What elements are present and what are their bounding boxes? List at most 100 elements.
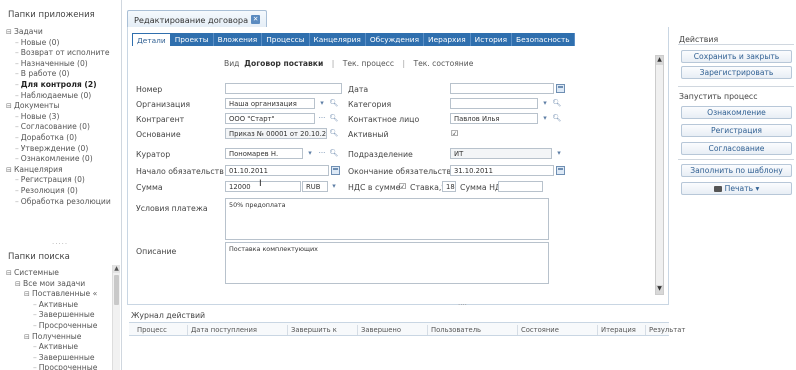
scroll-down-arrow-icon[interactable]: ▼ bbox=[656, 285, 663, 294]
subtab[interactable]: Процессы bbox=[262, 33, 310, 46]
active-checkbox[interactable]: ☑ bbox=[451, 130, 459, 138]
view-current-state-link[interactable]: Тек. состояние bbox=[413, 59, 473, 68]
view-current[interactable]: Договор поставки bbox=[244, 59, 323, 68]
subtab[interactable]: Иерархия bbox=[424, 33, 471, 46]
form-scrollbar[interactable]: ▲ ▼ bbox=[655, 55, 664, 295]
save-and-close-button[interactable]: Сохранить и закрыть bbox=[681, 50, 792, 63]
tree-item[interactable]: – Завершенные bbox=[6, 353, 120, 364]
chevron-down-icon[interactable]: ▾ bbox=[317, 98, 327, 109]
tree-item[interactable]: – Для контроля (2) bbox=[6, 80, 120, 91]
journal-column-header[interactable]: Завершено bbox=[361, 326, 401, 334]
scroll-thumb[interactable] bbox=[114, 275, 119, 305]
tree-item[interactable]: – Завершенные bbox=[6, 310, 120, 321]
tree-item[interactable]: ⊟ Поставленные « bbox=[6, 289, 120, 300]
basis-field[interactable]: Приказ № 00001 от 20.10.20 bbox=[225, 128, 327, 139]
subtab[interactable]: История bbox=[471, 33, 513, 46]
tree-item[interactable]: – Новые (0) bbox=[6, 38, 120, 49]
register-button[interactable]: Зарегистрировать bbox=[681, 66, 792, 79]
column-separator[interactable] bbox=[597, 325, 598, 335]
sum-field[interactable]: 12000 bbox=[225, 181, 301, 192]
tab-edit-contract[interactable]: Редактирование договора ✕ bbox=[127, 10, 268, 28]
journal-column-header[interactable]: Пользователь bbox=[431, 326, 481, 334]
expand-toggle-icon[interactable]: ⊟ bbox=[24, 289, 32, 300]
tree-item[interactable]: – Назначенные (0) bbox=[6, 59, 120, 70]
tree-item[interactable]: – Возврат от исполните bbox=[6, 48, 120, 59]
organization-field[interactable]: Наша организация bbox=[225, 98, 315, 109]
search-icon[interactable]: 🔍︎ bbox=[329, 98, 339, 109]
vat-in-sum-checkbox[interactable]: ☑ bbox=[399, 183, 407, 191]
date-field[interactable] bbox=[450, 83, 554, 94]
journal-column-header[interactable]: Итерация bbox=[601, 326, 636, 334]
tree-item[interactable]: – Просроченные bbox=[6, 321, 120, 332]
column-separator[interactable] bbox=[187, 325, 188, 335]
expand-toggle-icon[interactable]: ⊟ bbox=[6, 268, 14, 279]
contractor-field[interactable]: ООО "Старт" bbox=[225, 113, 315, 124]
tree-item[interactable]: ⊟ Документы bbox=[6, 101, 120, 112]
chevron-down-icon[interactable]: ▾ bbox=[329, 181, 339, 192]
curator-field[interactable]: Пономарев Н. bbox=[225, 148, 303, 159]
column-separator[interactable] bbox=[517, 325, 518, 335]
subtab[interactable]: Безопасность bbox=[512, 33, 575, 46]
tree-item[interactable]: – Активные bbox=[6, 342, 120, 353]
tree-item[interactable]: – Просроченные bbox=[6, 363, 120, 370]
subtab[interactable]: Проекты bbox=[171, 33, 214, 46]
expand-toggle-icon[interactable]: ⊟ bbox=[6, 27, 14, 38]
tree-item[interactable]: – В работе (0) bbox=[6, 69, 120, 80]
payment-terms-textarea[interactable]: 50% предоплата bbox=[225, 198, 549, 240]
search-icon[interactable]: 🔍︎ bbox=[329, 128, 339, 139]
subtab[interactable]: Канцелярия bbox=[310, 33, 366, 46]
subtab[interactable]: Вложения bbox=[214, 33, 263, 46]
description-textarea[interactable]: Поставка комплектующих bbox=[225, 242, 549, 284]
tree-item[interactable]: ⊟ Задачи bbox=[6, 27, 120, 38]
tree-item[interactable]: – Обработка резолюции bbox=[6, 197, 120, 208]
process-acquaintance-button[interactable]: Ознакомление bbox=[681, 106, 792, 119]
calendar-icon[interactable] bbox=[331, 166, 340, 175]
department-field[interactable]: ИТ bbox=[450, 148, 552, 159]
journal-resize-grip[interactable]: ···· bbox=[458, 301, 467, 309]
calendar-icon[interactable] bbox=[556, 166, 565, 175]
contact-person-field[interactable]: Павлов Илья bbox=[450, 113, 538, 124]
search-icon[interactable]: 🔍︎ bbox=[552, 98, 562, 109]
obligations-end-field[interactable]: 31.10.2011 bbox=[450, 165, 554, 176]
tree-item[interactable]: – Ознакомление (0) bbox=[6, 154, 120, 165]
tree-item[interactable]: – Активные bbox=[6, 300, 120, 311]
view-current-process-link[interactable]: Тек. процесс bbox=[343, 59, 394, 68]
tree-item[interactable]: – Согласование (0) bbox=[6, 122, 120, 133]
expand-toggle-icon[interactable]: ⊟ bbox=[15, 279, 23, 290]
scroll-up-arrow-icon[interactable]: ▲ bbox=[656, 56, 663, 65]
chevron-down-icon[interactable]: ▾ bbox=[540, 113, 550, 124]
category-field[interactable] bbox=[450, 98, 538, 109]
tree-item[interactable]: ⊟ Канцелярия bbox=[6, 165, 120, 176]
tree-item[interactable]: ⊟ Все мои задачи bbox=[6, 279, 120, 290]
column-separator[interactable] bbox=[427, 325, 428, 335]
obligations-start-field[interactable]: 01.10.2011 bbox=[225, 165, 329, 176]
expand-toggle-icon[interactable]: ⊟ bbox=[24, 332, 32, 343]
expand-toggle-icon[interactable]: ⊟ bbox=[6, 101, 14, 112]
search-tree-scrollbar[interactable]: ▲ bbox=[112, 265, 120, 370]
search-icon[interactable]: 🔍︎ bbox=[329, 113, 339, 124]
journal-column-header[interactable]: Состояние bbox=[521, 326, 559, 334]
tree-item[interactable]: – Новые (3) bbox=[6, 112, 120, 123]
journal-column-header[interactable]: Завершить к bbox=[291, 326, 337, 334]
ellipsis-icon[interactable]: ··· bbox=[317, 113, 327, 124]
column-separator[interactable] bbox=[287, 325, 288, 335]
subtab[interactable]: Детали bbox=[132, 33, 171, 46]
currency-select[interactable]: RUB bbox=[302, 181, 328, 192]
journal-column-header[interactable]: Дата поступления bbox=[191, 326, 257, 334]
tree-item[interactable]: ⊟ Полученные bbox=[6, 332, 120, 343]
chevron-down-icon[interactable]: ▾ bbox=[554, 148, 564, 159]
vat-sum-field[interactable] bbox=[498, 181, 543, 192]
column-separator[interactable] bbox=[357, 325, 358, 335]
tree-item[interactable]: ⊟ Системные bbox=[6, 268, 120, 279]
column-separator[interactable] bbox=[645, 325, 646, 335]
tree-item[interactable]: – Наблюдаемые (0) bbox=[6, 91, 120, 102]
splitter-grip[interactable]: ····· bbox=[52, 240, 68, 248]
subtab[interactable]: Обсуждения bbox=[366, 33, 425, 46]
process-registration-button[interactable]: Регистрация bbox=[681, 124, 792, 137]
tree-item[interactable]: – Резолюция (0) bbox=[6, 186, 120, 197]
tree-item[interactable]: – Регистрация (0) bbox=[6, 175, 120, 186]
journal-column-header[interactable]: Процесс bbox=[137, 326, 167, 334]
chevron-down-icon[interactable]: ▾ bbox=[540, 98, 550, 109]
tree-item[interactable]: – Утверждение (0) bbox=[6, 144, 120, 155]
close-tab-icon[interactable]: ✕ bbox=[251, 15, 261, 24]
